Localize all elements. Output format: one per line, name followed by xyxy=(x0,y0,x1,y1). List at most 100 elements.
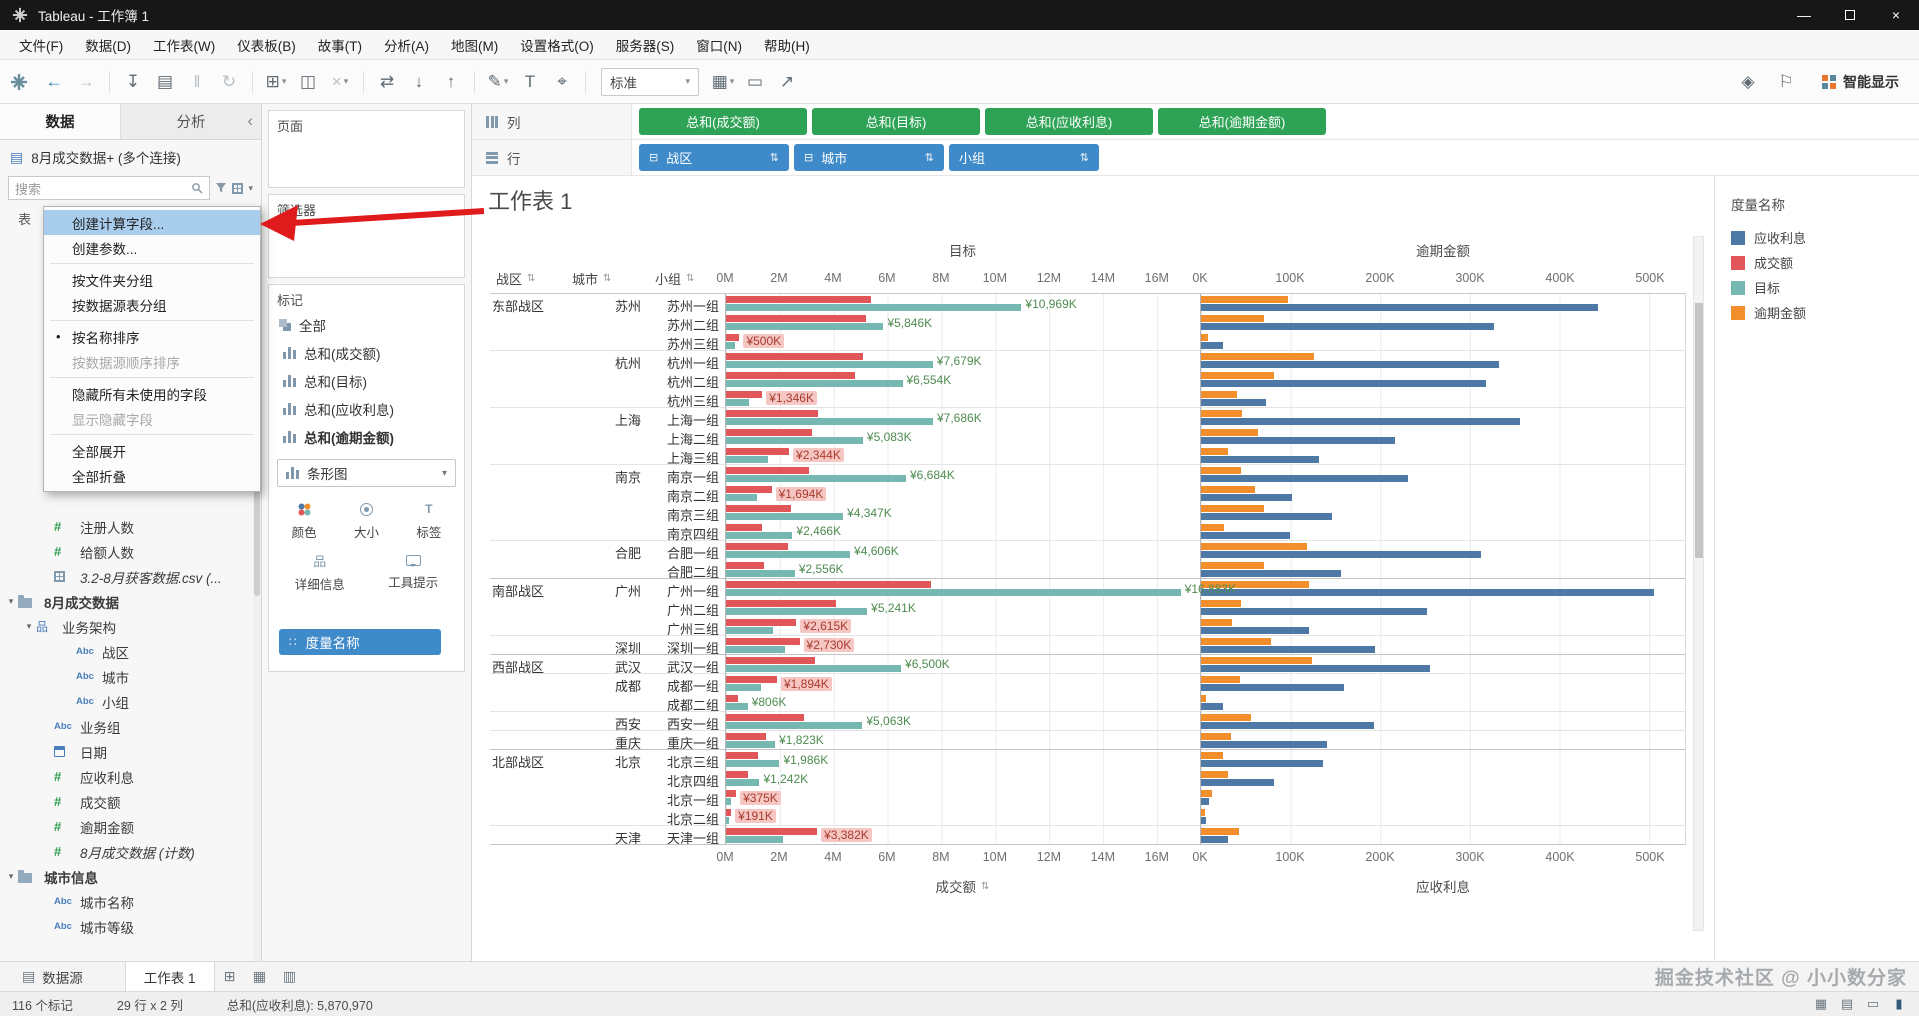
bar-cell-left[interactable]: ¥500K xyxy=(725,332,1200,351)
column-pill[interactable]: 总和(应收利息) xyxy=(985,108,1153,135)
menubar-item[interactable]: 帮助(H) xyxy=(753,30,821,59)
group-label[interactable]: 广州一组 xyxy=(649,579,725,599)
deal-bar[interactable] xyxy=(726,714,805,721)
context-menu-item[interactable]: • 按名称排序 xyxy=(44,324,260,349)
deal-bar[interactable] xyxy=(726,315,867,322)
field-item[interactable]: Abc 业务组 xyxy=(0,714,252,739)
region-label[interactable] xyxy=(490,769,566,788)
bar-cell-right[interactable] xyxy=(1200,826,1686,845)
overdue-bar[interactable] xyxy=(1201,809,1205,816)
field-item[interactable]: Abc 战区 xyxy=(0,639,252,664)
swap-axes-icon[interactable]: ⇄ xyxy=(372,66,402,98)
group-label[interactable]: 南京三组 xyxy=(649,503,725,523)
city-label[interactable]: 深圳 xyxy=(566,636,649,656)
target-bar[interactable] xyxy=(726,456,768,463)
bar-cell-left[interactable]: ¥7,686K xyxy=(725,408,1200,427)
target-bar[interactable] xyxy=(726,304,1022,311)
bar-cell-left[interactable]: ¥5,846K xyxy=(725,313,1200,332)
target-bar[interactable] xyxy=(726,608,868,615)
menubar-item[interactable]: 服务器(S) xyxy=(605,30,686,59)
group-label[interactable]: 杭州一组 xyxy=(649,351,725,371)
group-label[interactable]: 南京四组 xyxy=(649,522,725,542)
share-icon[interactable]: ↗ xyxy=(772,66,802,98)
bar-cell-left[interactable]: ¥6,554K xyxy=(725,370,1200,389)
size-button[interactable]: 大小 xyxy=(337,497,395,543)
group-label[interactable]: 西安一组 xyxy=(649,712,725,732)
interest-bar[interactable] xyxy=(1201,380,1487,387)
city-label[interactable]: 武汉 xyxy=(566,655,649,675)
field-item[interactable]: Abc 城市名称 xyxy=(0,889,252,914)
column-pill[interactable]: 总和(成交额) xyxy=(639,108,807,135)
target-bar[interactable] xyxy=(726,551,851,558)
bar-cell-right[interactable] xyxy=(1200,313,1686,332)
deal-bar[interactable] xyxy=(726,429,813,436)
bar-cell-left[interactable]: ¥4,347K xyxy=(725,503,1200,522)
rows-shelf[interactable]: 行 ⊟ 战区 ⇅ ⊟ 城市 ⇅ 小组 ⇅ xyxy=(472,140,1919,176)
text-label-icon[interactable]: T xyxy=(515,66,545,98)
interest-bar[interactable] xyxy=(1201,475,1409,482)
deal-bar[interactable] xyxy=(726,828,818,835)
context-menu-item[interactable]: 全部折叠 xyxy=(44,463,260,488)
field-item[interactable]: ▾ 8月成交数据 xyxy=(0,589,252,614)
city-label[interactable] xyxy=(566,484,649,503)
overdue-bar[interactable] xyxy=(1201,619,1233,626)
target-bar[interactable] xyxy=(726,703,748,710)
column-pill[interactable]: 总和(目标) xyxy=(812,108,980,135)
legend-item[interactable]: 目标 xyxy=(1731,275,1919,300)
target-bar[interactable] xyxy=(726,646,786,653)
context-menu-item[interactable]: 隐藏所有未使用的字段 xyxy=(44,381,260,406)
bar-cell-right[interactable] xyxy=(1200,389,1686,408)
bar-cell-left[interactable]: ¥1,346K xyxy=(725,389,1200,408)
group-label[interactable]: 成都二组 xyxy=(649,693,725,713)
overdue-bar[interactable] xyxy=(1201,315,1264,322)
interest-bar[interactable] xyxy=(1201,532,1290,539)
region-label[interactable] xyxy=(490,598,566,617)
interest-bar[interactable] xyxy=(1201,760,1323,767)
minimize-button[interactable]: — xyxy=(1781,0,1827,30)
pages-shelf[interactable] xyxy=(269,137,464,187)
bar-cell-left[interactable]: ¥2,615K xyxy=(725,617,1200,636)
target-bar[interactable] xyxy=(726,570,795,577)
group-label[interactable]: 北京三组 xyxy=(649,750,725,770)
group-label[interactable]: 上海二组 xyxy=(649,427,725,447)
city-label[interactable] xyxy=(566,693,649,712)
field-item[interactable]: # 注册人数 xyxy=(0,514,252,539)
interest-bar[interactable] xyxy=(1201,589,1654,596)
interest-bar[interactable] xyxy=(1201,399,1266,406)
sort-icon[interactable]: ⇅ xyxy=(981,881,989,892)
bar-cell-right[interactable] xyxy=(1200,579,1686,598)
close-button[interactable]: × xyxy=(1873,0,1919,30)
group-label[interactable]: 广州二组 xyxy=(649,598,725,618)
data-guide-icon[interactable]: ◈ xyxy=(1733,66,1763,98)
sort-icon[interactable]: ⇅ xyxy=(603,273,611,284)
bar-cell-right[interactable] xyxy=(1200,484,1686,503)
bar-cell-right[interactable] xyxy=(1200,294,1686,313)
overdue-bar[interactable] xyxy=(1201,790,1212,797)
region-label[interactable] xyxy=(490,484,566,503)
target-bar[interactable] xyxy=(726,779,760,786)
interest-bar[interactable] xyxy=(1201,494,1292,501)
city-label[interactable]: 西安 xyxy=(566,712,649,732)
group-label[interactable]: 天津一组 xyxy=(649,826,725,846)
overdue-bar[interactable] xyxy=(1201,638,1271,645)
bar-cell-left[interactable]: ¥1,894K xyxy=(725,674,1200,693)
row-header-city[interactable]: 城市 ⇅ xyxy=(566,264,649,293)
collapse-minus-icon[interactable]: ⊟ xyxy=(804,151,813,164)
region-label[interactable] xyxy=(490,351,566,370)
tab-data[interactable]: 数据 xyxy=(0,104,120,139)
bar-cell-left[interactable]: ¥6,684K xyxy=(725,465,1200,484)
target-bar[interactable] xyxy=(726,798,732,805)
marks-measure-row[interactable]: 总和(成交额) xyxy=(269,339,464,367)
sort-icon[interactable]: ⇅ xyxy=(686,273,694,284)
group-label[interactable]: 合肥一组 xyxy=(649,541,725,561)
sort-ascending-icon[interactable]: ↓ xyxy=(404,66,434,98)
bar-cell-right[interactable] xyxy=(1200,503,1686,522)
bar-cell-right[interactable] xyxy=(1200,769,1686,788)
row-pill[interactable]: 小组 ⇅ xyxy=(949,144,1099,171)
group-label[interactable]: 成都一组 xyxy=(649,674,725,694)
group-label[interactable]: 苏州三组 xyxy=(649,332,725,352)
menubar-item[interactable]: 文件(F) xyxy=(8,30,74,59)
interest-bar[interactable] xyxy=(1201,741,1328,748)
deal-bar[interactable] xyxy=(726,657,815,664)
field-item[interactable]: #8月成交数据 (计数) xyxy=(0,839,252,864)
